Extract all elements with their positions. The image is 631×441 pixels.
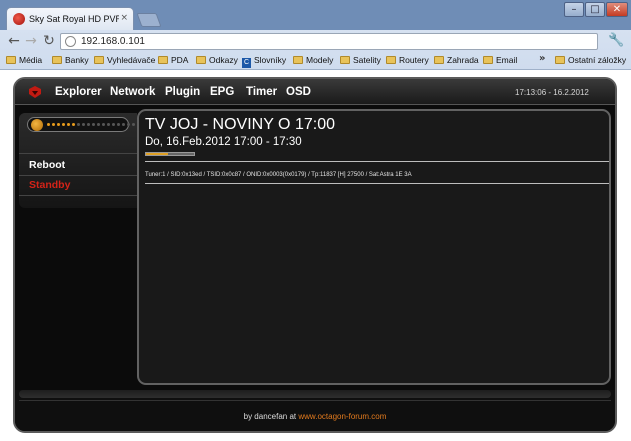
volume-dot xyxy=(92,123,95,126)
volume-dot xyxy=(132,123,135,126)
bookmark-media[interactable]: Média xyxy=(6,54,42,67)
volume-slider[interactable] xyxy=(27,117,135,132)
bookmark-zahrada[interactable]: Zahrada xyxy=(434,54,479,67)
volume-dot xyxy=(107,123,110,126)
volume-dot xyxy=(112,123,115,126)
credit: by dancefan at www.octagon-forum.com xyxy=(15,411,615,422)
wrench-icon[interactable]: 🔧 xyxy=(608,33,624,48)
bookmark-email[interactable]: Email xyxy=(483,54,517,67)
program-title: TV JOJ - NOVINY O 17:00 xyxy=(145,116,335,133)
folder-icon xyxy=(483,56,493,64)
folder-icon xyxy=(196,56,206,64)
volume-dot xyxy=(97,123,100,126)
nav-epg[interactable]: EPG xyxy=(210,84,234,100)
volume-dot xyxy=(62,123,65,126)
volume-dot xyxy=(72,123,75,126)
nav-plugin[interactable]: Plugin xyxy=(165,84,200,100)
volume-dot xyxy=(117,123,120,126)
divider xyxy=(19,153,137,154)
progress-fill xyxy=(146,153,168,155)
address-bar[interactable]: 192.168.0.101 xyxy=(60,33,598,50)
folder-icon xyxy=(52,56,62,64)
divider xyxy=(19,175,137,176)
divider xyxy=(145,161,609,162)
bookmark-routery[interactable]: Routery xyxy=(386,54,429,67)
volume-dot xyxy=(82,123,85,126)
close-window-button[interactable]: ✕ xyxy=(606,2,628,17)
tab-title: Sky Sat Royal HD PVR Read xyxy=(29,14,119,24)
new-tab-button[interactable] xyxy=(136,13,162,27)
volume-dot xyxy=(67,123,70,126)
favicon-icon xyxy=(13,13,25,25)
address-text: 192.168.0.101 xyxy=(81,36,145,47)
forum-link[interactable]: www.octagon-forum.com xyxy=(298,412,386,421)
program-panel: TV JOJ - NOVINY O 17:00 Do, 16.Feb.2012 … xyxy=(137,109,611,385)
forward-icon[interactable]: → xyxy=(23,33,39,49)
divider xyxy=(19,195,137,196)
nav-explorer[interactable]: Explorer xyxy=(55,84,102,100)
reload-icon[interactable]: ↻ xyxy=(41,33,57,49)
page-viewport: Explorer Network Plugin EPG Timer OSD 17… xyxy=(0,70,631,441)
browser-tab[interactable]: Sky Sat Royal HD PVR Read × xyxy=(6,7,134,30)
volume-dot xyxy=(57,123,60,126)
bookmark-satelity[interactable]: Satelity xyxy=(340,54,381,67)
divider xyxy=(19,400,611,401)
folder-icon xyxy=(6,56,16,64)
folder-icon xyxy=(386,56,396,64)
volume-dot xyxy=(87,123,90,126)
back-icon[interactable]: ← xyxy=(6,33,22,49)
page-icon xyxy=(65,36,76,47)
volume-dot xyxy=(52,123,55,126)
volume-level xyxy=(47,123,135,126)
divider xyxy=(145,183,609,184)
footer-band xyxy=(19,390,611,398)
nav-timer[interactable]: Timer xyxy=(246,84,277,100)
nav-network[interactable]: Network xyxy=(110,84,155,100)
maximize-button[interactable]: □ xyxy=(585,2,605,17)
minimize-button[interactable]: – xyxy=(564,2,584,17)
bookmark-slovniky[interactable]: C Slovníky xyxy=(242,54,286,68)
folder-icon xyxy=(94,56,104,64)
sidebar: Reboot Standby xyxy=(19,113,137,208)
volume-dot xyxy=(102,123,105,126)
folder-icon xyxy=(293,56,303,64)
credit-prefix: by dancefan at xyxy=(243,412,299,421)
footer: by dancefan at www.octagon-forum.com xyxy=(15,390,615,431)
bookmark-pda[interactable]: PDA xyxy=(158,54,188,67)
bookmark-vyhledavace[interactable]: Vyhledávače xyxy=(94,54,155,67)
volume-dot xyxy=(122,123,125,126)
speaker-icon xyxy=(31,119,43,131)
standby-button[interactable]: Standby xyxy=(29,178,70,192)
browser-chrome: Sky Sat Royal HD PVR Read × – □ ✕ ← → ↻ … xyxy=(0,0,631,70)
bookmarks-overflow-button[interactable]: » xyxy=(539,53,545,64)
clock: 17:13:06 - 16.2.2012 xyxy=(515,88,589,97)
octagon-logo-icon xyxy=(29,86,41,98)
top-navigation: Explorer Network Plugin EPG Timer OSD 17… xyxy=(15,79,615,105)
bookmark-modely[interactable]: Modely xyxy=(293,54,333,67)
volume-dot xyxy=(47,123,50,126)
bookmark-banky[interactable]: Banky xyxy=(52,54,89,67)
program-time: Do, 16.Feb.2012 17:00 - 17:30 xyxy=(145,136,302,148)
bookmarks-bar: Média Banky Vyhledávače PDA Odkazy C Slov… xyxy=(0,52,631,69)
bookmark-other[interactable]: Ostatní záložky xyxy=(555,54,626,67)
bookmark-odkazy[interactable]: Odkazy xyxy=(196,54,238,67)
tuner-info: Tuner:1 / SID:0x13ed / TSID:0x0c87 / ONI… xyxy=(145,172,412,178)
tab-close-icon[interactable]: × xyxy=(120,12,128,24)
folder-icon xyxy=(434,56,444,64)
tab-strip: Sky Sat Royal HD PVR Read × – □ ✕ xyxy=(0,0,631,30)
folder-icon xyxy=(555,56,565,64)
program-progress-bar xyxy=(145,152,195,156)
browser-toolbar: ← → ↻ 192.168.0.101 🔧 xyxy=(0,30,631,52)
c-icon: C xyxy=(242,58,251,68)
volume-dot xyxy=(77,123,80,126)
nav-osd[interactable]: OSD xyxy=(286,84,311,100)
volume-dot xyxy=(127,123,130,126)
reboot-button[interactable]: Reboot xyxy=(29,158,65,172)
folder-icon xyxy=(158,56,168,64)
receiver-web-ui: Explorer Network Plugin EPG Timer OSD 17… xyxy=(13,77,617,433)
folder-icon xyxy=(340,56,350,64)
